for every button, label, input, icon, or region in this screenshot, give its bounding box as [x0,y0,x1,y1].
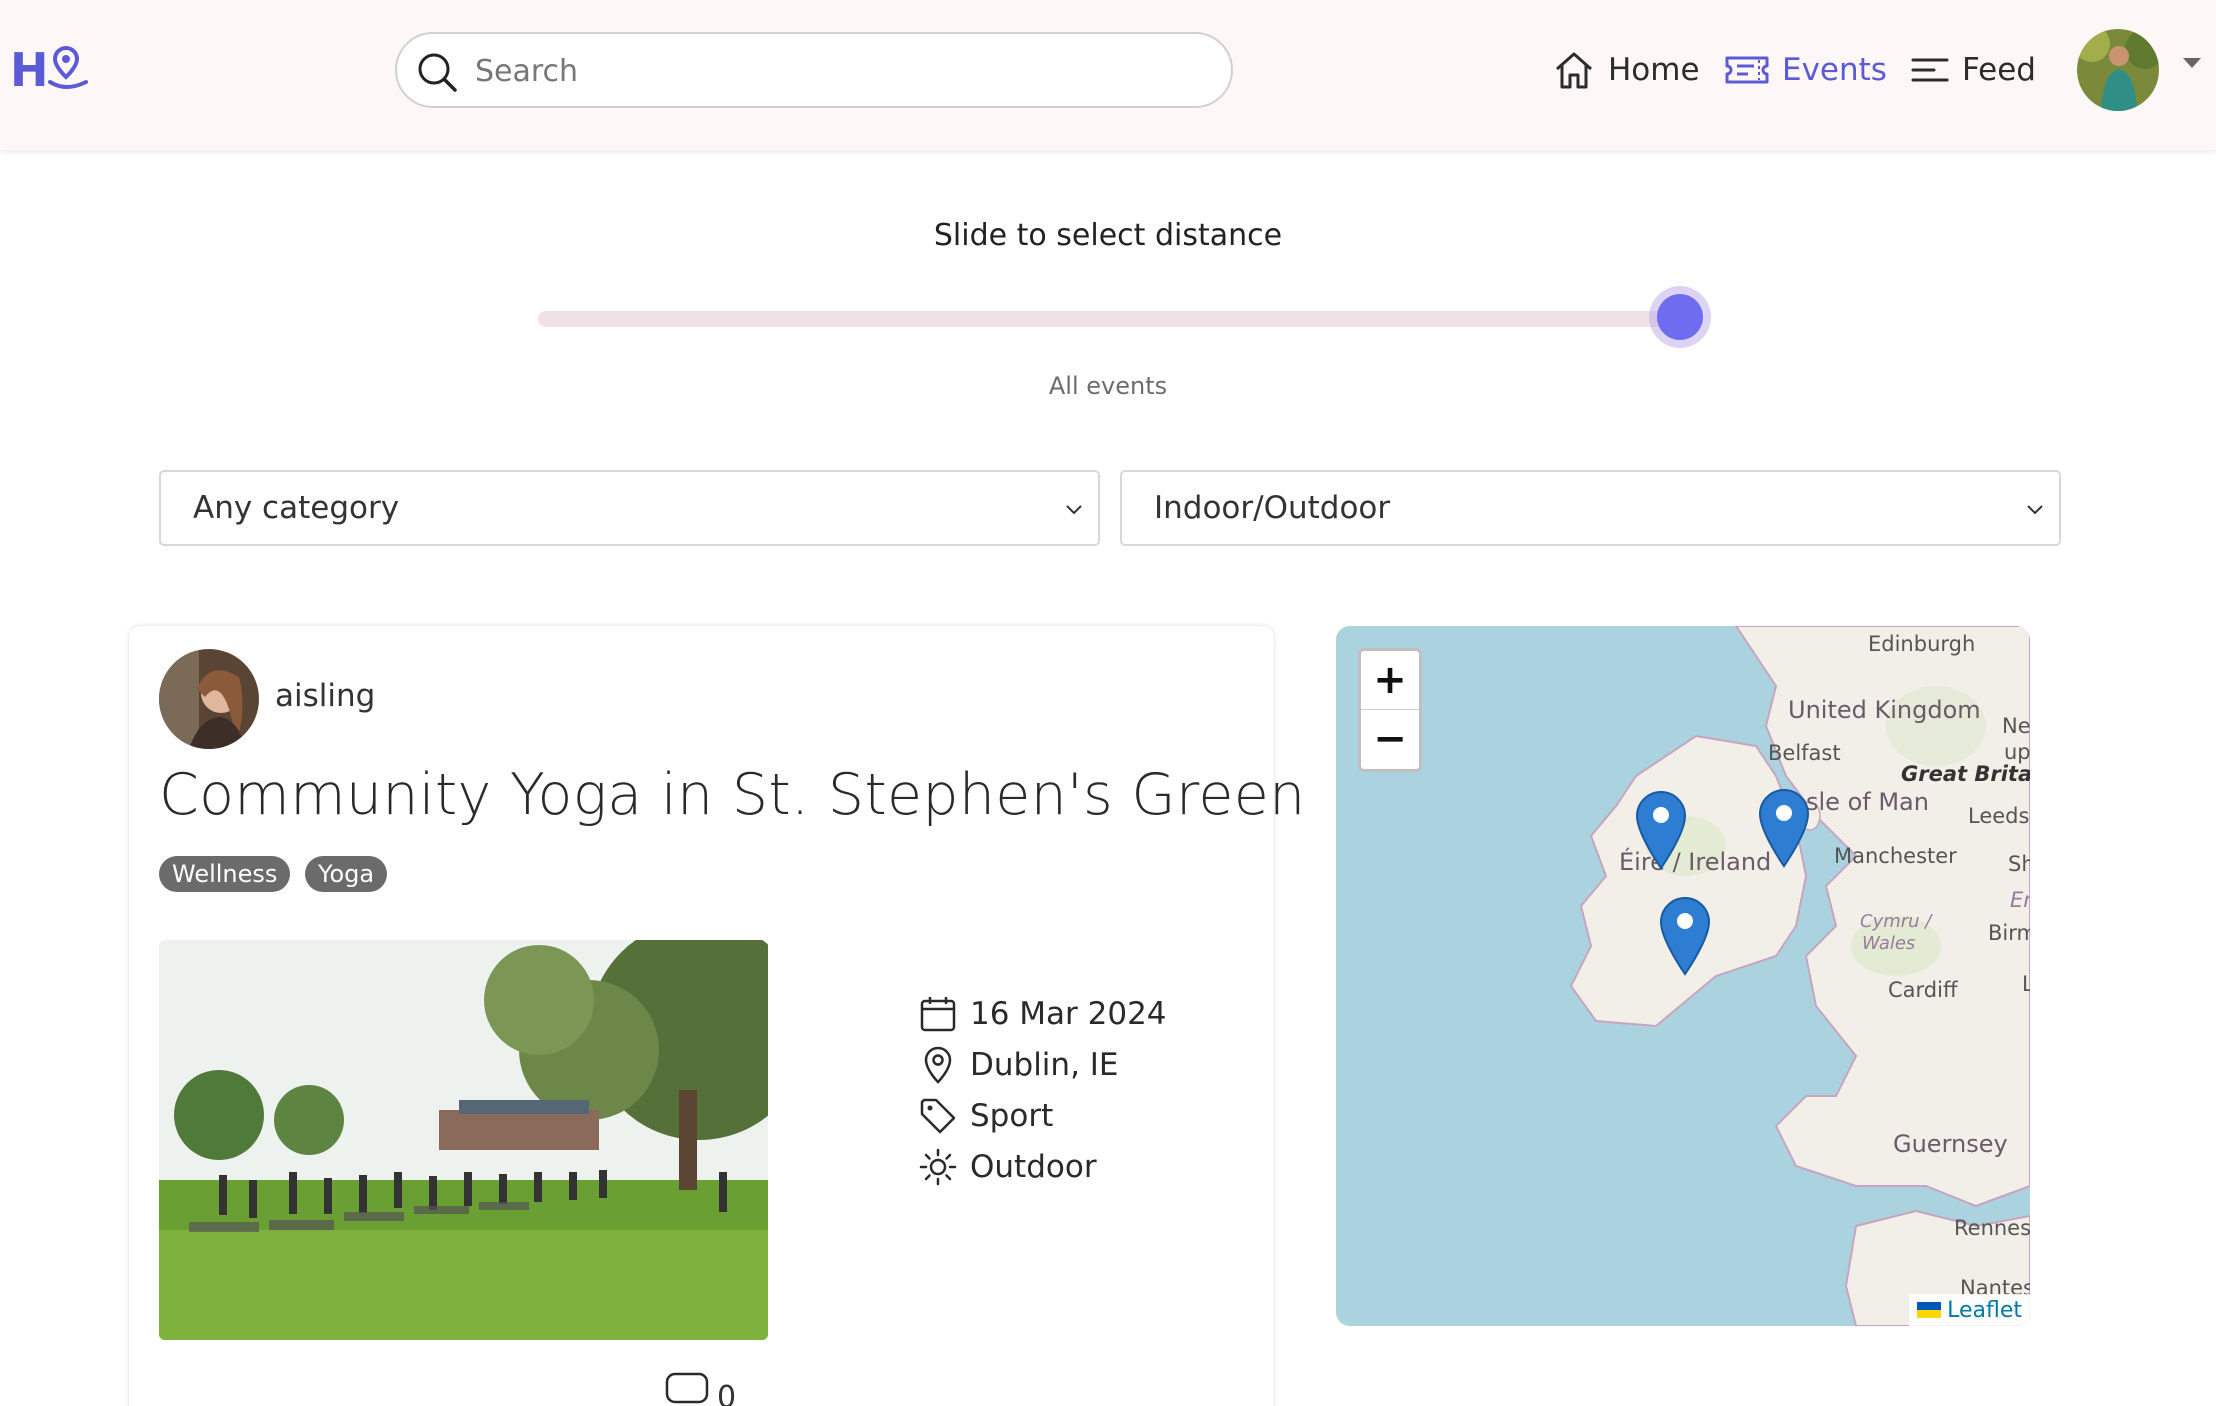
author-avatar[interactable] [159,649,259,749]
logo-icon[interactable]: H [10,40,90,100]
map-label: L [2022,972,2030,996]
category-select-value: Any category [193,490,400,526]
ticket-icon [1725,56,1769,84]
home-icon [1556,52,1592,89]
map-label: United Kingdom [1788,696,1981,724]
nav-home[interactable]: Home [1552,44,1700,96]
event-date: 16 Mar 2024 [918,994,1167,1034]
top-navbar: H Home Events Feed [0,0,2216,150]
map-marker-icon[interactable] [1635,790,1687,870]
event-date-text: 16 Mar 2024 [970,996,1167,1032]
sun-icon [919,1148,957,1186]
distance-value-text: All events [1048,372,1168,400]
map-label: Manchester [1834,844,1957,868]
nav-feed-label: Feed [1962,52,2036,88]
nav-events-label: Events [1782,52,1887,88]
map-label: Sh [2008,852,2030,876]
location-pin-icon [924,1046,952,1084]
event-title[interactable]: Community Yoga in St. Stephen's Green [159,762,1306,828]
nav-feed[interactable]: Feed [1910,44,2036,96]
comments-button[interactable]: 0 [665,1372,736,1406]
map-label: Cardiff [1888,978,1958,1002]
event-setting: Outdoor [918,1147,1097,1187]
map-label: Edinburgh [1868,632,1976,656]
map-marker-icon[interactable] [1659,896,1711,976]
search-box[interactable] [395,32,1233,108]
map-label: Rennes [1954,1216,2030,1240]
search-input[interactable] [475,48,1205,94]
author-username[interactable]: aisling [275,678,375,714]
event-category: Sport [918,1096,1053,1136]
calendar-icon [920,997,956,1032]
tag-icon [920,1098,956,1134]
event-category-text: Sport [970,1098,1054,1134]
feed-icon [1911,58,1949,82]
chevron-down-icon [2027,505,2043,515]
ukraine-flag-icon [1917,1302,1942,1318]
map-label: En [2010,888,2030,912]
map-label: Ne [2002,714,2030,738]
user-avatar[interactable] [2077,29,2159,111]
nav-home-label: Home [1608,52,1700,88]
distance-slider-label: Slide to select distance [933,218,1283,253]
tag-badge: Yoga [305,856,388,892]
map-label: up [2004,740,2030,764]
map-label: sle of Man [1806,788,1929,816]
event-location-text: Dublin, IE [970,1047,1119,1083]
category-select[interactable]: Any category [159,470,1100,546]
search-icon [418,53,457,92]
comment-icon [665,1372,709,1404]
user-menu-caret-icon[interactable] [2183,58,2201,68]
event-setting-text: Outdoor [970,1149,1097,1185]
map-label: Cymru / [1860,911,1932,932]
event-location: Dublin, IE [918,1045,1119,1085]
chevron-down-icon [1066,505,1082,515]
map-marker-icon[interactable] [1758,788,1810,868]
map-label: Leeds [1968,804,2030,828]
zoom-in-button[interactable]: + [1361,651,1419,710]
comment-count: 0 [717,1380,737,1406]
map-zoom-control: + − [1358,648,1422,772]
svg-text:H: H [10,43,49,97]
distance-slider-track[interactable] [538,311,1678,327]
attribution-link[interactable]: Leaflet [1947,1298,2022,1323]
map-label: Guernsey [1893,1130,2008,1158]
zoom-out-button[interactable]: − [1361,710,1419,769]
indoor-outdoor-select-value: Indoor/Outdoor [1154,490,1391,526]
nav-events[interactable]: Events [1724,44,1887,96]
map-label: Belfast [1768,741,1841,765]
events-map[interactable]: + − Edinburgh United Kingdom Belfast Gre… [1336,626,2030,1326]
map-attribution[interactable]: Leaflet [1909,1294,2030,1326]
map-label: Wales [1862,933,1916,954]
distance-slider-thumb[interactable] [1657,294,1703,340]
indoor-outdoor-select[interactable]: Indoor/Outdoor [1120,470,2061,546]
map-tiles[interactable] [1336,626,2030,1326]
map-label: Great Britain [1901,762,2030,786]
event-photo[interactable] [159,940,768,1340]
map-label: Birm [1988,921,2030,945]
tag-badge: Wellness [159,856,291,892]
